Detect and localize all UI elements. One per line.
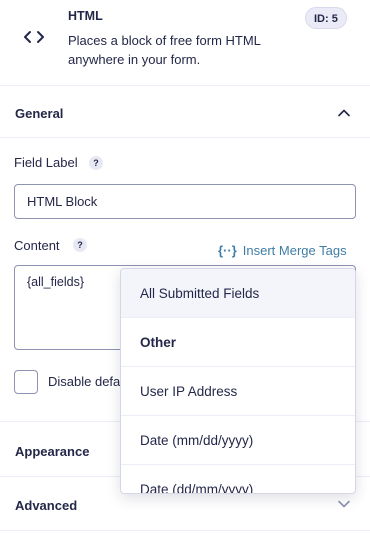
disable-default-label: Disable defa — [48, 374, 121, 389]
content-label: Content — [14, 238, 60, 253]
dropdown-group-other: Other — [121, 318, 355, 367]
field-label-input[interactable]: HTML Block — [14, 184, 356, 219]
chevron-up-icon[interactable] — [337, 106, 351, 120]
chevron-down-icon[interactable] — [337, 497, 351, 511]
code-icon — [22, 25, 46, 49]
merge-tags-dropdown: All Submitted Fields Other User IP Addre… — [120, 268, 356, 494]
field-label-help-icon[interactable]: ? — [89, 156, 103, 170]
dropdown-option-date-ddmmyyyy[interactable]: Date (dd/mm/yyyy) — [121, 465, 355, 493]
field-label-label: Field Label — [14, 155, 78, 170]
general-divider — [0, 137, 370, 138]
field-id-badge: ID: 5 — [305, 7, 347, 29]
dropdown-option-all-submitted-fields[interactable]: All Submitted Fields — [121, 269, 355, 318]
field-type-description: Places a block of free form HTML anywher… — [68, 33, 261, 67]
advanced-divider — [0, 530, 370, 531]
merge-tags-icon: {··} — [218, 243, 237, 258]
section-title-appearance[interactable]: Appearance — [15, 444, 89, 459]
content-help-icon[interactable]: ? — [73, 238, 87, 252]
section-title-advanced[interactable]: Advanced — [15, 498, 77, 513]
dropdown-option-user-ip-address[interactable]: User IP Address — [121, 367, 355, 416]
insert-merge-tags-label: Insert Merge Tags — [242, 243, 347, 258]
dropdown-option-date-mmddyyyy[interactable]: Date (mm/dd/yyyy) — [121, 416, 355, 465]
section-title-general[interactable]: General — [15, 106, 63, 121]
disable-default-checkbox[interactable] — [14, 370, 38, 394]
field-type-title: HTML — [68, 9, 103, 23]
insert-merge-tags-link[interactable]: {··} Insert Merge Tags — [218, 243, 347, 258]
header-divider — [0, 85, 370, 86]
